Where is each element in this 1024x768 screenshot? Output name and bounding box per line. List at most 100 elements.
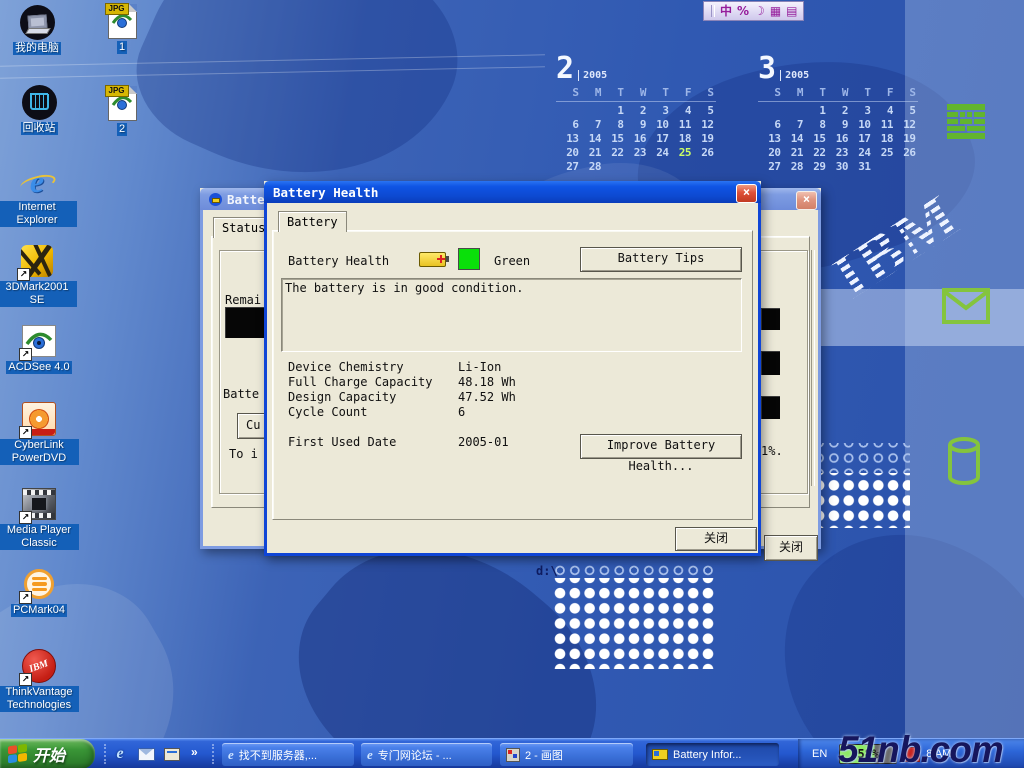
calendar-day-header: W <box>624 86 647 101</box>
windows-flag-icon <box>8 744 28 765</box>
quicklaunch-outlook-express-icon[interactable] <box>136 744 156 764</box>
info-value: 48.18 Wh <box>458 375 516 389</box>
info-value: 6 <box>458 405 465 419</box>
soft-keyboard-icon[interactable]: ▦ <box>770 5 781 17</box>
task-button-ie-1[interactable]: e 找不到服务器,... <box>222 743 354 766</box>
calendar-day-header: T <box>646 86 669 101</box>
jpg-badge: JPG <box>105 85 129 97</box>
calendar-day: 13 <box>556 132 579 146</box>
halfwidth-mode-icon[interactable]: % <box>737 5 749 17</box>
taskbar-separator <box>104 744 106 764</box>
close-icon[interactable]: × <box>736 184 757 203</box>
ie-icon: e <box>228 747 234 763</box>
taskbar-separator <box>212 744 214 764</box>
battery-gauge <box>761 308 780 330</box>
calendar-day: 1 <box>803 104 826 118</box>
desktop-icon-jpg-1[interactable]: JPG 1 <box>82 3 162 54</box>
calendar-day: 28 <box>579 160 602 174</box>
calendar-day: 2 <box>624 104 647 118</box>
calendar-day <box>781 104 804 118</box>
battery-label: Batte <box>223 387 259 401</box>
recycle-bin-icon <box>22 85 57 120</box>
desktop-icon-pcmark04[interactable]: ↗ PCMark04 <box>0 566 79 617</box>
punctuation-mode-icon[interactable]: ☽ <box>754 5 765 17</box>
info-value: 47.52 Wh <box>458 390 516 404</box>
ime-menu-icon[interactable]: ▤ <box>786 5 797 17</box>
quicklaunch-overflow-chevron[interactable]: » <box>191 745 198 759</box>
calendar-day: 23 <box>826 146 849 160</box>
calendar-day: 4 <box>669 104 692 118</box>
calendar-day: 16 <box>624 132 647 146</box>
desktop-icon-my-computer[interactable]: 我的电脑 <box>0 4 77 55</box>
calendar-day-header: T <box>848 86 871 101</box>
dialog-titlebar[interactable]: Battery Health × <box>264 181 761 203</box>
icon-label: Media Player Classic <box>0 524 79 550</box>
calendar-day: 6 <box>758 118 781 132</box>
improve-battery-health-button[interactable]: Improve Battery Health... <box>580 434 742 459</box>
close-icon[interactable]: × <box>796 191 817 210</box>
close-button[interactable]: 关闭 <box>675 527 757 551</box>
calendar-day <box>579 104 602 118</box>
desktop-icon-powerdvd[interactable]: ↗ CyberLink PowerDVD <box>0 401 79 465</box>
calendar-day: 22 <box>601 146 624 160</box>
ie-icon: e <box>367 747 373 763</box>
desktop: IBM d:\ 22005 SMTWTFS1234567891011121314… <box>0 0 1024 768</box>
desktop-icon-media-player-classic[interactable]: ↗ Media Player Classic <box>0 486 79 550</box>
calendar-day-header: M <box>579 86 602 101</box>
calendar-day: 5 <box>691 104 714 118</box>
calendar-day: 3 <box>646 104 669 118</box>
desktop-icon-internet-explorer[interactable]: e Internet Explorer <box>0 163 77 227</box>
task-button-paint[interactable]: 2 - 画图 <box>500 743 633 766</box>
desktop-icon-acdsee[interactable]: ↗ ACDSee 4.0 <box>0 323 79 374</box>
icon-label: 1 <box>117 41 127 54</box>
calendar-day: 7 <box>579 118 602 132</box>
language-indicator[interactable]: EN <box>812 748 827 760</box>
calendar-day: 9 <box>624 118 647 132</box>
to-label: To i <box>229 447 258 461</box>
jpg-badge: JPG <box>105 3 129 15</box>
wallpaper-line <box>0 66 545 78</box>
battery-warning-icon <box>209 193 222 206</box>
task-button-ie-2[interactable]: e 专门网论坛 - ... <box>361 743 492 766</box>
info-label: Device Chemistry <box>288 360 404 374</box>
calendar-day: 2 <box>826 104 849 118</box>
battery-gauge <box>761 396 780 419</box>
group-box-edge <box>811 250 815 486</box>
remaining-label: Remai <box>225 293 261 307</box>
calendar-day: 19 <box>893 132 916 146</box>
calendar-day: 6 <box>556 118 579 132</box>
desktop-icon-jpg-2[interactable]: JPG 2 <box>82 85 162 136</box>
calendar-day: 9 <box>826 118 849 132</box>
calendar-day: 24 <box>848 146 871 160</box>
quicklaunch-show-desktop-icon[interactable] <box>162 744 182 764</box>
calendar-day-header: T <box>601 86 624 101</box>
page-fold <box>129 4 137 12</box>
health-status-text: Green <box>494 254 530 268</box>
dot-grid <box>552 578 716 669</box>
chinese-mode-icon[interactable]: 中 <box>720 5 732 17</box>
photo-watermark: 51nb.com <box>838 729 1003 768</box>
ime-drag-handle[interactable] <box>711 5 715 17</box>
condition-textbox[interactable]: The battery is in good condition. <box>281 278 742 352</box>
desktop-icon-thinkvantage[interactable]: IBM ↗ ThinkVantage Technologies <box>0 648 79 712</box>
icon-label: PCMark04 <box>11 604 67 617</box>
start-button[interactable]: 开始 <box>0 739 95 768</box>
ime-language-bar[interactable]: 中 % ☽ ▦ ▤ <box>703 1 804 21</box>
battery-tips-button[interactable]: Battery Tips <box>580 247 742 272</box>
calendar-day: 3 <box>848 104 871 118</box>
tab-battery[interactable]: Battery <box>278 211 347 232</box>
info-label: Design Capacity <box>288 390 396 404</box>
calendar-day: 11 <box>669 118 692 132</box>
quicklaunch-ie-icon[interactable]: e <box>110 744 130 764</box>
close-button[interactable]: 关闭 <box>764 535 818 561</box>
calendar-day <box>871 160 894 174</box>
task-button-battery-information[interactable]: Battery Infor... <box>646 743 779 766</box>
icon-label: 3DMark2001 SE <box>0 281 77 307</box>
icon-label: Internet Explorer <box>0 201 77 227</box>
calendar-february: 22005 SMTWTFS123456789101112131415161718… <box>556 54 716 174</box>
first-used-value: 2005-01 <box>458 435 509 449</box>
calendar-day: 12 <box>691 118 714 132</box>
desktop-icon-recycle-bin[interactable]: 回收站 <box>0 84 79 135</box>
calendar-day <box>601 160 624 174</box>
desktop-icon-3dmark2001[interactable]: ↗ 3DMark2001 SE <box>0 243 77 307</box>
